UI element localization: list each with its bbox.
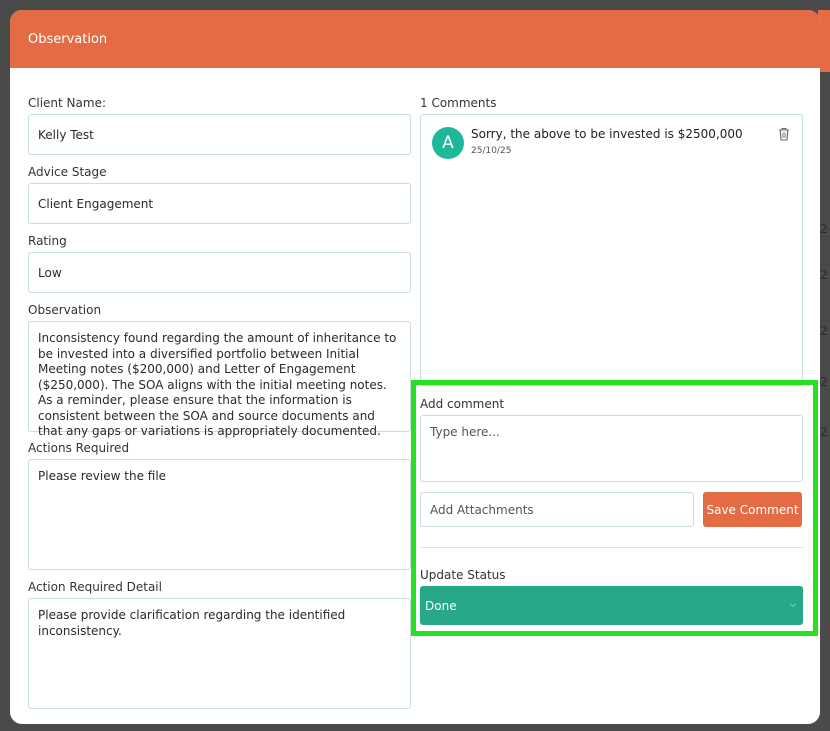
observation-value: Inconsistency found regarding the amount… — [38, 331, 397, 438]
observation-form: Client Name: Kelly Test Advice Stage Cli… — [28, 94, 411, 709]
comments-count: 1 Comments — [420, 96, 497, 110]
highlight-box — [411, 380, 818, 636]
client-name-value: Kelly Test — [38, 127, 94, 142]
observation-textarea[interactable]: Inconsistency found regarding the amount… — [28, 321, 411, 438]
background-cell-text: 2 — [820, 324, 828, 338]
client-name-label: Client Name: — [28, 96, 106, 110]
observation-modal: Observation Client Name: Kelly Test Advi… — [10, 10, 820, 724]
advice-stage-label: Advice Stage — [28, 165, 107, 179]
trash-icon[interactable] — [778, 127, 790, 141]
modal-title: Observation — [28, 31, 108, 47]
avatar: A — [432, 127, 464, 159]
background-cell-text: 2 — [820, 425, 828, 439]
modal-header: Observation — [10, 10, 820, 68]
rating-value: Low — [38, 265, 62, 280]
comment-text: Sorry, the above to be invested is $2500… — [471, 127, 743, 141]
client-name-field[interactable]: Kelly Test — [28, 114, 411, 155]
advice-stage-value: Client Engagement — [38, 196, 154, 211]
background-cell-text: 2 — [820, 375, 828, 389]
background-cell-text: 2 — [820, 268, 828, 282]
background-cell-text: 2 — [820, 222, 828, 236]
comment-date: 25/10/25 — [471, 146, 512, 156]
advice-stage-field[interactable]: Client Engagement — [28, 183, 411, 224]
action-required-detail-label: Action Required Detail — [28, 580, 162, 594]
comment-body: Sorry, the above to be invested is $2500… — [471, 127, 743, 159]
action-required-detail-value: Please provide clarification regarding t… — [38, 608, 346, 638]
rating-label: Rating — [28, 234, 67, 248]
rating-field[interactable]: Low — [28, 252, 411, 293]
actions-required-value: Please review the file — [38, 469, 167, 483]
comment-item: A Sorry, the above to be invested is $25… — [421, 115, 802, 171]
comments-list: A Sorry, the above to be invested is $25… — [420, 114, 803, 386]
actions-required-textarea[interactable]: Please review the file — [28, 459, 411, 570]
action-required-detail-textarea[interactable]: Please provide clarification regarding t… — [28, 598, 411, 709]
observation-label: Observation — [28, 303, 102, 317]
actions-required-label: Actions Required — [28, 441, 130, 455]
